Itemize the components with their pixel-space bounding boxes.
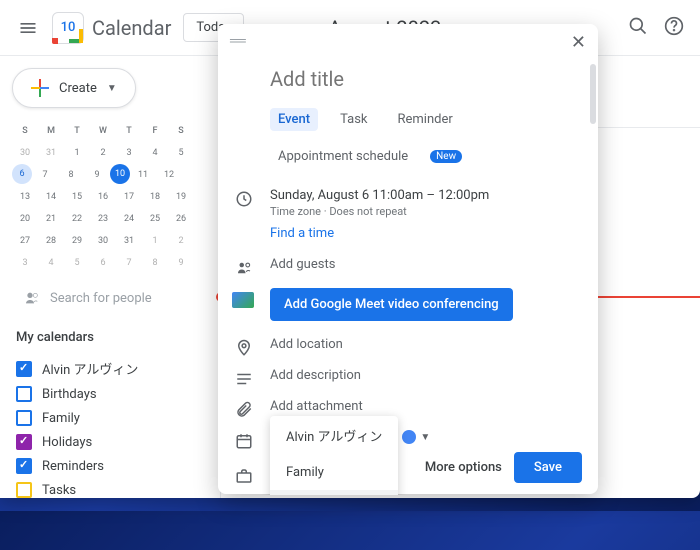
new-badge: New xyxy=(430,150,462,163)
calendar-checkbox[interactable] xyxy=(16,434,32,450)
calendar-checkbox[interactable] xyxy=(16,361,32,377)
add-location-button[interactable]: Add location xyxy=(270,337,343,352)
event-timezone-repeat[interactable]: Time zone · Does not repeat xyxy=(270,205,489,218)
mini-cal-day[interactable]: 25 xyxy=(142,208,168,230)
save-button[interactable]: Save xyxy=(514,452,582,483)
mini-cal-day[interactable]: 14 xyxy=(38,186,64,208)
calendar-list-item[interactable]: Reminders xyxy=(12,454,220,478)
quick-add-dialog: ══ ✕ Event Task Reminder Appointment sch… xyxy=(218,24,598,494)
mini-cal-day[interactable]: 9 xyxy=(84,164,110,186)
mini-cal-day[interactable]: 4 xyxy=(142,142,168,164)
mini-cal-day[interactable]: 27 xyxy=(12,230,38,252)
calendar-list-item[interactable]: Tasks xyxy=(12,478,220,498)
mini-calendar[interactable]: SMTWTFS303112345678910111213141516171819… xyxy=(12,120,220,282)
attachment-icon xyxy=(234,401,254,423)
main-menu-icon[interactable] xyxy=(16,16,40,40)
create-button[interactable]: Create ▼ xyxy=(12,68,136,108)
mini-cal-day[interactable]: 15 xyxy=(64,186,90,208)
sidebar: Create ▼ SMTWTFS303112345678910111213141… xyxy=(0,56,220,498)
tab-task[interactable]: Task xyxy=(332,108,375,131)
add-attachment-button[interactable]: Add attachment xyxy=(270,399,363,414)
mini-cal-day[interactable]: 21 xyxy=(38,208,64,230)
mini-cal-day[interactable]: 1 xyxy=(64,142,90,164)
drag-handle-icon[interactable]: ══ xyxy=(230,32,242,53)
mini-cal-day[interactable]: 3 xyxy=(12,252,38,274)
calendar-checkbox[interactable] xyxy=(16,386,32,402)
close-icon[interactable]: ✕ xyxy=(571,32,586,53)
logo-icon: 10 xyxy=(52,12,84,44)
add-guests-button[interactable]: Add guests xyxy=(270,257,335,272)
calendar-checkbox[interactable] xyxy=(16,458,32,474)
mini-cal-day[interactable]: 4 xyxy=(38,252,64,274)
mini-cal-day[interactable]: 5 xyxy=(168,142,194,164)
mini-cal-day[interactable]: 3 xyxy=(116,142,142,164)
mini-cal-day[interactable]: 12 xyxy=(156,164,182,186)
search-icon[interactable] xyxy=(628,16,648,40)
calendar-checkbox[interactable] xyxy=(16,410,32,426)
app-logo: 10 Calendar xyxy=(52,12,171,44)
location-icon xyxy=(234,339,254,361)
search-people-input[interactable]: Search for people xyxy=(12,282,220,314)
mini-cal-day[interactable]: 30 xyxy=(12,142,38,164)
mini-cal-day[interactable]: 31 xyxy=(116,230,142,252)
calendar-list-item[interactable]: Holidays xyxy=(12,430,220,454)
color-selector[interactable]: ▼ xyxy=(402,430,430,444)
mini-cal-day[interactable]: 20 xyxy=(12,208,38,230)
tab-appointment[interactable]: Appointment schedule xyxy=(270,145,416,168)
mini-cal-day[interactable]: 7 xyxy=(32,164,58,186)
calendar-list-item[interactable]: Family xyxy=(12,406,220,430)
mini-cal-day[interactable]: 31 xyxy=(38,142,64,164)
mini-cal-day[interactable]: 26 xyxy=(168,208,194,230)
help-icon[interactable] xyxy=(664,16,684,40)
calendar-list-item[interactable]: Birthdays xyxy=(12,382,220,406)
mini-cal-day[interactable]: 7 xyxy=(116,252,142,274)
mini-cal-day[interactable]: 2 xyxy=(168,230,194,252)
find-time-link[interactable]: Find a time xyxy=(270,226,489,241)
meet-icon xyxy=(232,292,254,308)
mini-cal-day[interactable]: 2 xyxy=(90,142,116,164)
description-icon xyxy=(234,370,254,392)
mini-cal-day[interactable]: 24 xyxy=(116,208,142,230)
mini-cal-day[interactable]: 28 xyxy=(38,230,64,252)
plus-icon xyxy=(31,79,49,97)
more-options-button[interactable]: More options xyxy=(425,460,502,475)
tab-reminder[interactable]: Reminder xyxy=(390,108,461,131)
dropdown-item[interactable]: Alvin アルヴィン xyxy=(270,416,398,455)
mini-cal-day[interactable]: 18 xyxy=(142,186,168,208)
mini-cal-day[interactable]: 1 xyxy=(142,230,168,252)
my-calendars-header[interactable]: My calendars xyxy=(12,326,220,355)
calendar-dropdown: Alvin アルヴィン Family Holidays xyxy=(270,416,398,495)
mini-cal-day[interactable]: 19 xyxy=(168,186,194,208)
mini-cal-day[interactable]: 6 xyxy=(12,164,32,184)
app-name: Calendar xyxy=(92,16,171,40)
calendar-checkbox[interactable] xyxy=(16,482,32,498)
mini-cal-day[interactable]: 6 xyxy=(90,252,116,274)
mini-cal-day[interactable]: 17 xyxy=(116,186,142,208)
mini-cal-day[interactable]: 8 xyxy=(142,252,168,274)
mini-cal-day[interactable]: 16 xyxy=(90,186,116,208)
mini-cal-day[interactable]: 11 xyxy=(130,164,156,186)
mini-cal-day[interactable]: 5 xyxy=(64,252,90,274)
mini-cal-day[interactable]: 22 xyxy=(64,208,90,230)
add-meet-button[interactable]: Add Google Meet video conferencing xyxy=(270,288,513,321)
mini-cal-day[interactable]: 9 xyxy=(168,252,194,274)
calendar-icon xyxy=(234,432,254,454)
guests-icon xyxy=(234,259,254,281)
mini-cal-day[interactable]: 29 xyxy=(64,230,90,252)
calendar-list-item[interactable]: Alvin アルヴィン xyxy=(12,355,220,382)
event-title-input[interactable] xyxy=(270,61,582,98)
mini-cal-day[interactable]: 10 xyxy=(110,164,130,184)
tab-event[interactable]: Event xyxy=(270,108,318,131)
briefcase-icon xyxy=(234,467,254,489)
dropdown-item[interactable]: Holidays xyxy=(270,490,398,495)
mini-cal-day[interactable]: 8 xyxy=(58,164,84,186)
add-description-button[interactable]: Add description xyxy=(270,368,361,383)
mini-cal-day[interactable]: 13 xyxy=(12,186,38,208)
mini-cal-day[interactable]: 30 xyxy=(90,230,116,252)
event-datetime[interactable]: Sunday, August 6 11:00am – 12:00pm xyxy=(270,188,489,203)
dropdown-item[interactable]: Family xyxy=(270,455,398,490)
mini-cal-day[interactable]: 23 xyxy=(90,208,116,230)
clock-icon xyxy=(234,190,254,212)
